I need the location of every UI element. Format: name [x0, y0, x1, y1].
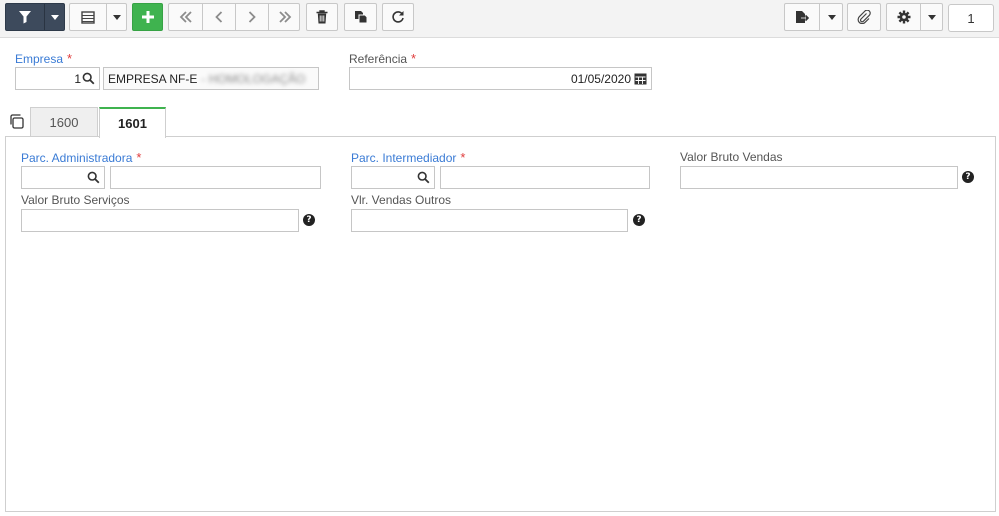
valor-bruto-servicos-input[interactable]	[21, 209, 299, 232]
record-number: 1	[967, 10, 975, 26]
settings-split-button	[886, 3, 943, 31]
list-view-button[interactable]	[70, 4, 106, 30]
trash-icon	[316, 10, 328, 24]
empresa-code-input[interactable]: 1	[15, 67, 100, 90]
filter-split-button	[5, 3, 65, 31]
tab-1601[interactable]: 1601	[99, 107, 166, 138]
vlr-vendas-outros-label: Vlr. Vendas Outros	[351, 193, 452, 207]
refresh-icon	[392, 11, 404, 23]
filter-dropdown-button[interactable]	[45, 4, 65, 30]
parc-administradora-label: Parc. Administradora *	[21, 150, 142, 165]
referencia-label: Referência *	[349, 51, 417, 66]
empresa-name-obscured: - HOMOLOGAÇÃO	[201, 71, 306, 86]
parc-administradora-code-input[interactable]	[21, 166, 105, 189]
help-icon[interactable]: ?	[303, 214, 315, 226]
valor-bruto-vendas-label: Valor Bruto Vendas	[680, 150, 783, 164]
referencia-date-input[interactable]: 01/05/2020	[349, 67, 652, 90]
filter-icon	[19, 11, 31, 24]
help-icon[interactable]: ?	[962, 171, 974, 183]
chevron-down-icon	[113, 14, 121, 20]
export-button[interactable]	[785, 4, 819, 30]
chevron-left-icon	[215, 11, 223, 23]
chevron-right-icon	[248, 11, 256, 23]
valor-bruto-servicos-label: Valor Bruto Serviços	[21, 193, 130, 207]
window-copy-icon[interactable]	[9, 114, 24, 129]
list-icon	[81, 10, 95, 24]
calendar-icon[interactable]	[634, 72, 647, 85]
plus-icon	[141, 11, 154, 23]
refresh-button[interactable]	[382, 3, 414, 31]
filter-button[interactable]	[6, 4, 44, 30]
empresa-code: 1	[74, 71, 81, 86]
toolbar: 1	[0, 0, 999, 38]
help-icon[interactable]: ?	[633, 214, 645, 226]
record-number-input[interactable]: 1	[948, 4, 994, 32]
chevron-down-icon	[51, 14, 59, 20]
file-export-icon	[796, 11, 809, 23]
previous-record-button[interactable]	[203, 4, 235, 30]
tab-panel-1601	[5, 136, 996, 512]
settings-dropdown-button[interactable]	[921, 4, 943, 30]
export-split-button	[784, 3, 843, 31]
empresa-label: Empresa *	[15, 51, 73, 66]
double-chevron-right-icon	[278, 11, 291, 23]
referencia-value: 01/05/2020	[570, 71, 631, 86]
empresa-name-input: EMPRESA NF-E - HOMOLOGAÇÃO	[103, 67, 319, 90]
delete-button[interactable]	[306, 3, 338, 31]
empresa-name: EMPRESA NF-E	[108, 71, 198, 86]
attachment-button[interactable]	[847, 3, 881, 31]
record-navigation-group	[168, 3, 300, 31]
gear-icon	[897, 10, 910, 24]
add-button[interactable]	[132, 3, 163, 31]
tab-1600[interactable]: 1600	[30, 107, 98, 137]
chevron-down-icon	[928, 14, 936, 20]
vlr-vendas-outros-input[interactable]	[351, 209, 628, 232]
parc-intermediador-name-input[interactable]	[440, 166, 650, 189]
first-record-button[interactable]	[169, 4, 202, 30]
tab-1600-label: 1600	[49, 115, 79, 130]
search-icon[interactable]	[417, 171, 430, 184]
copy-icon	[354, 11, 367, 24]
parc-administradora-name-input[interactable]	[110, 166, 321, 189]
search-icon[interactable]	[82, 72, 95, 85]
duplicate-button[interactable]	[344, 3, 377, 31]
last-record-button[interactable]	[269, 4, 300, 30]
paperclip-icon	[857, 10, 871, 24]
search-icon[interactable]	[87, 171, 100, 184]
list-view-split-button	[69, 3, 127, 31]
next-record-button[interactable]	[236, 4, 268, 30]
export-dropdown-button[interactable]	[820, 4, 843, 30]
parc-intermediador-label: Parc. Intermediador *	[351, 150, 466, 165]
valor-bruto-vendas-input[interactable]	[680, 166, 958, 189]
settings-button[interactable]	[887, 4, 920, 30]
chevron-down-icon	[827, 14, 836, 20]
list-view-dropdown-button[interactable]	[107, 4, 127, 30]
double-chevron-left-icon	[179, 11, 192, 23]
tab-1601-label: 1601	[118, 116, 147, 131]
parc-intermediador-code-input[interactable]	[351, 166, 435, 189]
